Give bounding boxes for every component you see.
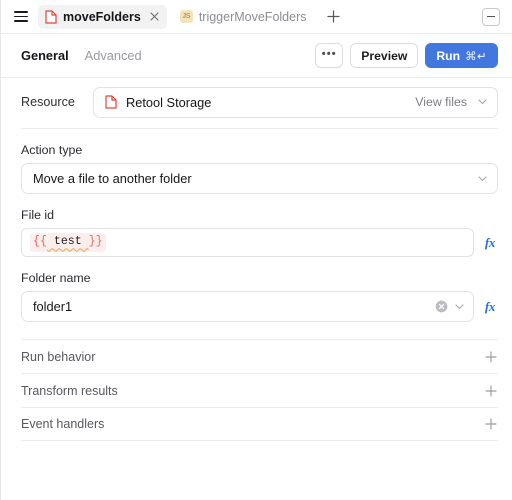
tab-moveFolders[interactable]: moveFolders [38, 4, 167, 29]
action-type-field: Action type Move a file to another folde… [21, 143, 498, 194]
chevron-down-icon [476, 172, 489, 185]
run-button[interactable]: Run ⌘↵ [425, 43, 498, 68]
resource-value: Retool Storage [126, 94, 212, 110]
plus-icon[interactable] [484, 417, 498, 431]
section-transform-results[interactable]: Transform results [21, 373, 498, 407]
open-brace: {{ [33, 235, 47, 249]
expression-identifier: test [46, 235, 89, 249]
section-event-handlers[interactable]: Event handlers [21, 407, 498, 441]
file-id-input[interactable]: {{ test }} [21, 228, 474, 257]
resource-select[interactable]: Retool Storage View files [93, 86, 498, 118]
folder-name-label: Folder name [21, 271, 91, 285]
collapsible-sections: Run behavior Transform results Event han… [21, 339, 498, 441]
minimize-panel-button[interactable] [482, 7, 500, 26]
query-form: Resource Retool Storage View files Actio… [1, 81, 512, 441]
file-id-input-row: {{ test }} fx [21, 228, 498, 257]
section-title: Transform results [21, 383, 118, 398]
red-document-icon [105, 95, 117, 109]
red-document-icon [45, 9, 57, 24]
query-editor-panel: moveFolders JS triggerMoveFolders Genera… [0, 0, 512, 500]
close-icon[interactable] [148, 10, 161, 23]
section-title: Event handlers [21, 417, 105, 431]
tab-advanced[interactable]: Advanced [85, 48, 142, 63]
chevron-down-icon[interactable] [476, 96, 489, 109]
tab-label: moveFolders [63, 9, 141, 24]
divider [21, 128, 498, 129]
file-id-expression: {{ test }} [30, 233, 106, 252]
tab-bar: moveFolders JS triggerMoveFolders [1, 0, 512, 34]
add-tab-button[interactable] [323, 6, 345, 28]
plus-icon[interactable] [484, 350, 498, 364]
js-badge-icon: JS [179, 10, 193, 23]
view-files-link[interactable]: View files [415, 95, 467, 109]
resource-label: Resource [21, 95, 75, 109]
more-options-button[interactable]: ••• [315, 43, 344, 68]
resource-row: Resource Retool Storage View files [21, 81, 498, 123]
chevron-down-icon[interactable] [453, 300, 466, 313]
section-title: Run behavior [21, 349, 96, 364]
tab-general[interactable]: General [21, 48, 69, 63]
folder-name-fx-button[interactable]: fx [482, 299, 498, 315]
action-type-select[interactable]: Move a file to another folder [21, 163, 498, 194]
action-type-value: Move a file to another folder [33, 171, 192, 186]
folder-name-value: folder1 [33, 299, 73, 314]
tab-label: triggerMoveFolders [198, 9, 307, 24]
file-id-label: File id [21, 208, 55, 222]
minimize-panel-icon [487, 15, 495, 18]
clear-circle-icon[interactable] [435, 300, 448, 313]
editor-toolbar: General Advanced ••• Preview Run ⌘↵ [1, 34, 512, 78]
close-brace: }} [88, 235, 103, 249]
file-id-field: File id {{ test }} fx [21, 208, 498, 257]
folder-name-input-row: folder1 fx [21, 291, 498, 322]
folder-name-input[interactable]: folder1 [21, 291, 474, 322]
preview-button[interactable]: Preview [350, 43, 419, 68]
plus-icon[interactable] [484, 384, 498, 398]
run-shortcut-hint: ⌘↵ [465, 50, 487, 63]
file-id-fx-button[interactable]: fx [482, 235, 498, 251]
tab-triggerMoveFolders[interactable]: JS triggerMoveFolders [173, 5, 313, 29]
hamburger-menu-icon[interactable] [10, 6, 32, 28]
folder-name-field: Folder name folder1 fx [21, 271, 498, 322]
run-button-label: Run [436, 48, 461, 63]
action-type-label: Action type [21, 143, 83, 157]
section-run-behavior[interactable]: Run behavior [21, 339, 498, 373]
